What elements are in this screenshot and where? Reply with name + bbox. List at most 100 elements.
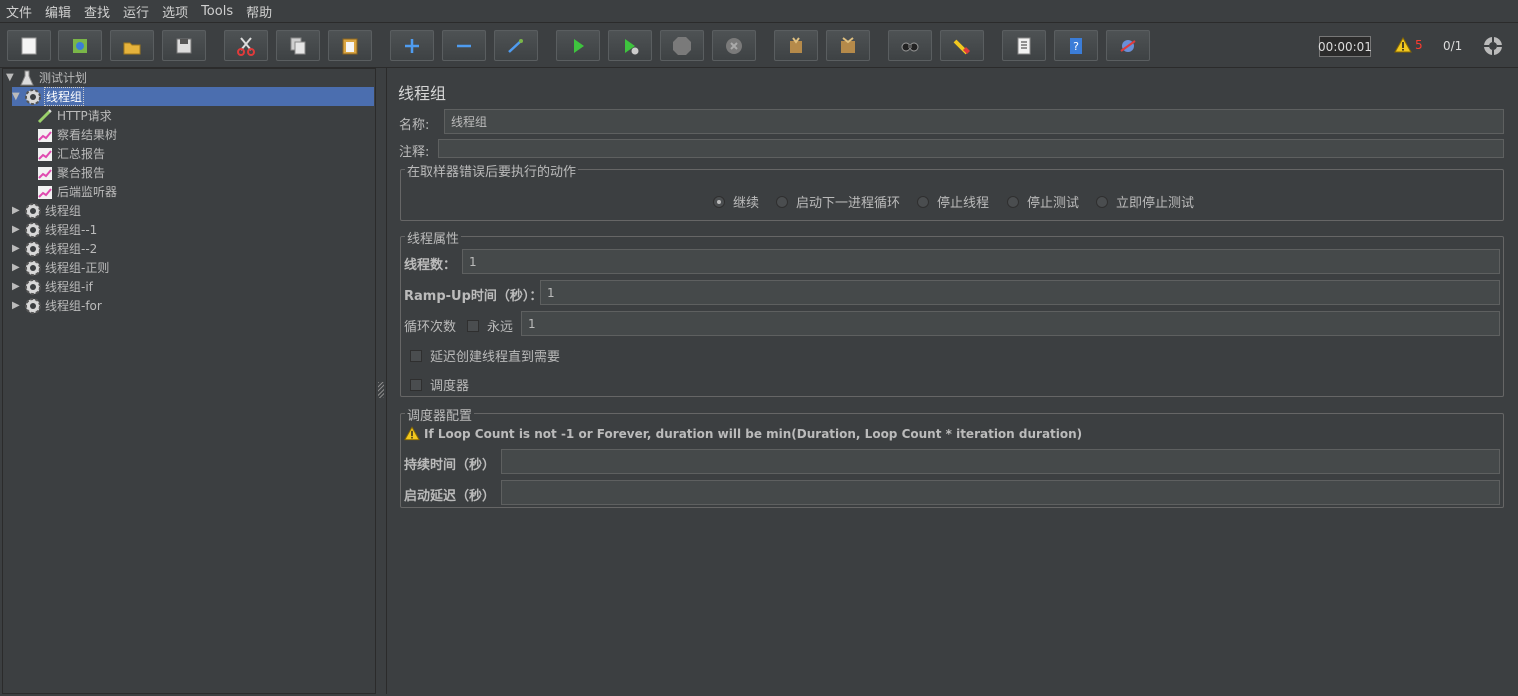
remote-icon [1120,39,1136,52]
radio-stop-test[interactable]: 停止测试 [1007,192,1079,211]
startup-delay-field[interactable] [501,480,1500,505]
copy-icon [290,37,306,54]
warning-icon [1394,37,1412,53]
radio-label: 停止线程 [937,196,990,211]
menu-options[interactable]: 选项 [162,2,188,21]
templates-button[interactable] [58,30,102,61]
tree-node-label: 线程组--1 [45,223,98,237]
start-button[interactable] [556,30,600,61]
help-button[interactable]: ? [1054,30,1098,61]
expand-toggle-icon[interactable]: ▶ [12,262,24,273]
collapse-toggle-icon[interactable]: ▼ [6,72,18,83]
tree-node-thread-group-regex[interactable]: ▶ 线程组-正则 [12,258,109,277]
expand-toggle-icon[interactable]: ▶ [12,243,24,254]
tree-node-summary-report[interactable]: 汇总报告 [36,144,105,163]
expand-toggle-icon[interactable]: ▶ [12,281,24,292]
tree-node-test-plan[interactable]: ▼ 测试计划 [6,68,87,87]
checkbox-label: 延迟创建线程直到需要 [430,350,561,365]
search-button[interactable] [888,30,932,61]
menu-tools[interactable]: Tools [201,4,233,19]
logger-toggle-icon[interactable] [1482,35,1504,57]
templates-icon [73,38,87,53]
toggle-button[interactable] [494,30,538,61]
thread-properties-group-title: 线程属性 [405,228,462,247]
tree-node-backend-listener[interactable]: 后端监听器 [36,182,117,201]
radio-icon [1096,195,1108,208]
clear-icon [790,36,802,53]
delay-thread-creation-checkbox[interactable]: 延迟创建线程直到需要 [410,346,560,365]
threads-field[interactable]: 1 [462,249,1500,274]
name-field[interactable]: 线程组 [444,109,1504,134]
new-icon [21,37,37,54]
radio-continue[interactable]: 继续 [713,192,759,211]
menu-bar: 文件 编辑 查找 运行 选项 Tools 帮助 [0,0,1518,23]
tree-node-thread-group-if[interactable]: ▶ 线程组-if [12,277,93,296]
tree-node-thread-group-for[interactable]: ▶ 线程组-for [12,296,102,315]
expand-all-button[interactable] [390,30,434,61]
clear-button[interactable] [774,30,818,61]
open-button[interactable] [110,30,154,61]
menu-edit[interactable]: 编辑 [45,2,71,21]
shutdown-button[interactable] [712,30,756,61]
radio-icon [776,195,788,208]
tree-node-thread-group-1[interactable]: ▶ 线程组--1 [12,220,97,239]
scheduler-checkbox[interactable]: 调度器 [410,375,469,394]
loop-count-label: 循环次数 [404,320,457,335]
tree-node-label: 汇总报告 [57,147,106,161]
paste-button[interactable] [328,30,372,61]
start-no-pauses-button[interactable] [608,30,652,61]
pipette-icon [37,108,52,123]
tree-node-label: 察看结果树 [57,128,118,142]
forever-checkbox[interactable]: 永远 [467,316,513,335]
start-icon [574,38,584,53]
startup-delay-label: 启动延迟（秒） [404,489,496,504]
warning-indicator[interactable]: 5 [1394,37,1423,53]
expand-toggle-icon[interactable]: ▶ [12,224,24,235]
tree-node-thread-group-2[interactable]: ▶ 线程组--2 [12,239,97,258]
tree-node-thread-group[interactable]: ▶ 线程组 [12,201,81,220]
collapse-icon [457,44,471,47]
rampup-field[interactable]: 1 [540,280,1500,305]
collapse-toggle-icon[interactable]: ▼ [12,91,24,102]
radio-start-next-loop[interactable]: 启动下一进程循环 [776,192,900,211]
tree-node-http-request[interactable]: HTTP请求 [36,106,112,125]
save-icon [176,38,192,53]
cut-button[interactable] [224,30,268,61]
copy-button[interactable] [276,30,320,61]
menu-file[interactable]: 文件 [6,2,32,21]
tree-node-label: 线程组 [45,204,82,218]
loop-count-field[interactable]: 1 [521,311,1500,336]
expand-toggle-icon[interactable]: ▶ [12,300,24,311]
menu-search[interactable]: 查找 [84,2,110,21]
clear-all-button[interactable] [826,30,870,61]
rampup-label: Ramp-Up时间（秒）： [404,289,543,304]
menu-help[interactable]: 帮助 [246,2,272,21]
remote-button[interactable] [1106,30,1150,61]
warning-count: 5 [1415,38,1423,52]
expand-toggle-icon[interactable]: ▶ [12,205,24,216]
collapse-all-button[interactable] [442,30,486,61]
function-helper-button[interactable] [1002,30,1046,61]
tree-node-view-results-tree[interactable]: 察看结果树 [36,125,117,144]
duration-field[interactable] [501,449,1500,474]
comment-label: 注释: [399,145,430,160]
comment-field[interactable] [438,139,1504,158]
paste-icon [342,38,358,54]
warning-icon [404,426,420,441]
tree-node-thread-group-selected[interactable]: ▼ 线程组 [12,87,85,106]
tree-node-label: 线程组-正则 [45,261,110,275]
tree-node-aggregate-report[interactable]: 聚合报告 [36,163,105,182]
new-button[interactable] [7,30,51,61]
save-button[interactable] [162,30,206,61]
radio-stop-test-now[interactable]: 立即停止测试 [1096,192,1194,211]
tree-node-label: 后端监听器 [57,185,118,199]
open-icon [123,42,141,54]
menu-run[interactable]: 运行 [123,2,149,21]
split-pane-divider[interactable] [376,68,386,694]
stop-button[interactable] [660,30,704,61]
chart-icon [38,185,52,199]
reset-search-button[interactable] [940,30,984,61]
chart-icon [38,166,52,180]
tree-node-label: HTTP请求 [57,109,112,123]
radio-stop-thread[interactable]: 停止线程 [917,192,989,211]
